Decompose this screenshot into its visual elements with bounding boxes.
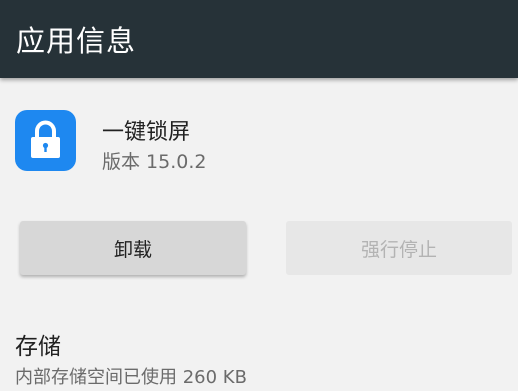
lock-icon	[31, 120, 60, 158]
storage-summary: 内部存储空间已使用 260 KB	[15, 367, 247, 388]
storage-section-title[interactable]: 存储	[15, 327, 61, 361]
uninstall-button-label: 卸载	[113, 238, 152, 261]
app-icon	[15, 110, 76, 171]
force-stop-button-label: 强行停止	[360, 238, 437, 261]
page-title: 应用信息	[16, 24, 137, 58]
uninstall-button[interactable]: 卸载	[20, 221, 246, 275]
app-name: 一键锁屏	[102, 120, 191, 145]
force-stop-button[interactable]: 强行停止	[286, 221, 512, 275]
app-version: 版本 15.0.2	[102, 151, 207, 173]
app-bar: 应用信息	[0, 0, 518, 78]
